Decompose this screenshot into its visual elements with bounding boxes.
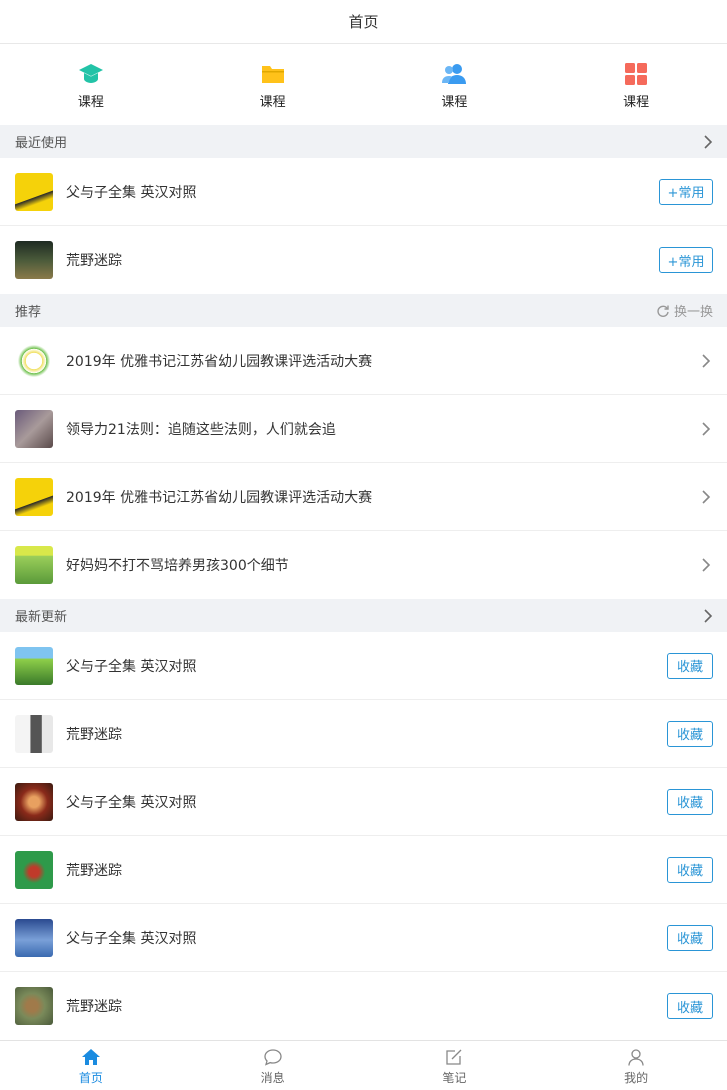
quick-nav-item-1[interactable]: 课程 xyxy=(0,44,182,125)
item-title: 父与子全集 英汉对照 xyxy=(66,184,197,201)
chevron-right-icon xyxy=(702,421,711,436)
users-icon xyxy=(442,64,467,84)
tab-label: 笔记 xyxy=(442,1071,467,1085)
folder-icon xyxy=(261,66,284,83)
item-title: 领导力21法则：追随这些法则，人们就会追 xyxy=(66,421,336,438)
section-title: 推荐 xyxy=(15,305,42,320)
book-cover-thumbnail xyxy=(15,987,53,1025)
quick-nav-label: 课程 xyxy=(259,95,286,110)
list-item[interactable]: 荒野迷踪 收藏 xyxy=(0,972,727,1040)
list-item[interactable]: 2019年 优雅书记江苏省幼儿园教课评选活动大赛 xyxy=(0,327,727,395)
section-title: 最近使用 xyxy=(15,136,68,151)
latest-section-header[interactable]: 最新更新 xyxy=(0,599,727,632)
tab-label: 消息 xyxy=(260,1071,285,1085)
item-title: 荒野迷踪 xyxy=(66,726,122,743)
list-item[interactable]: 好妈妈不打不骂培养男孩300个细节 xyxy=(0,531,727,599)
list-item[interactable]: 2019年 优雅书记江苏省幼儿园教课评选活动大赛 xyxy=(0,463,727,531)
refresh-icon xyxy=(657,305,669,317)
book-cover-thumbnail xyxy=(15,241,53,279)
tab-notes[interactable]: 笔记 xyxy=(364,1041,546,1090)
tab-profile[interactable]: 我的 xyxy=(545,1041,727,1090)
item-title: 荒野迷踪 xyxy=(66,253,122,269)
item-title: 父与子全集 英汉对照 xyxy=(66,930,197,947)
quick-nav-item-3[interactable]: 课程 xyxy=(364,44,546,125)
latest-list: 父与子全集 英汉对照 收藏 荒野迷踪 收藏 父与子全集 英汉对照 收藏 荒野迷踪… xyxy=(0,632,727,1040)
favorite-button[interactable]: 收藏 xyxy=(667,856,713,883)
book-cover-thumbnail xyxy=(15,918,53,957)
list-item[interactable]: 荒野迷踪 +常用 xyxy=(0,226,727,294)
tab-home[interactable]: 首页 xyxy=(0,1041,182,1090)
chevron-right-icon xyxy=(702,353,711,368)
chevron-right-icon xyxy=(702,489,711,504)
book-cover-thumbnail xyxy=(15,477,53,516)
list-item[interactable]: 领导力21法则：追随这些法则，人们就会追 xyxy=(0,395,727,463)
quick-nav-label: 课程 xyxy=(441,95,468,110)
item-title: 荒野迷踪 xyxy=(66,862,122,879)
user-icon xyxy=(628,1049,644,1066)
book-cover-thumbnail xyxy=(15,341,53,380)
quick-nav-item-4[interactable]: 课程 xyxy=(545,44,727,125)
chevron-right-icon xyxy=(704,134,713,149)
add-favorite-button[interactable]: +常用 xyxy=(659,247,713,273)
item-title: 荒野迷踪 xyxy=(66,999,122,1015)
chevron-right-icon xyxy=(704,608,713,623)
page-title: 首页 xyxy=(348,13,379,31)
refresh-button[interactable]: 换一换 xyxy=(656,301,713,320)
tab-label: 我的 xyxy=(624,1071,649,1085)
quick-nav-label: 课程 xyxy=(623,95,650,110)
item-title: 父与子全集 英汉对照 xyxy=(66,794,197,811)
add-favorite-button[interactable]: +常用 xyxy=(659,178,713,205)
recommend-section-header: 推荐 换一换 xyxy=(0,294,727,327)
list-item[interactable]: 父与子全集 英汉对照 收藏 xyxy=(0,904,727,972)
list-item[interactable]: 父与子全集 英汉对照 收藏 xyxy=(0,768,727,836)
list-item[interactable]: 父与子全集 英汉对照 +常用 xyxy=(0,158,727,226)
favorite-button[interactable]: 收藏 xyxy=(667,788,713,815)
favorite-button[interactable]: 收藏 xyxy=(667,993,713,1019)
list-item[interactable]: 荒野迷踪 收藏 xyxy=(0,700,727,768)
quick-nav: 课程 课程 课程 课程 xyxy=(0,44,727,125)
edit-icon xyxy=(446,1049,462,1065)
message-icon xyxy=(263,1049,282,1066)
book-cover-thumbnail xyxy=(15,714,53,753)
bottom-tab-bar: 首页 消息 笔记 我的 xyxy=(0,1040,727,1090)
item-title: 2019年 优雅书记江苏省幼儿园教课评选活动大赛 xyxy=(66,489,373,506)
recent-section-header[interactable]: 最近使用 xyxy=(0,125,727,158)
home-icon xyxy=(81,1049,100,1065)
item-title: 好妈妈不打不骂培养男孩300个细节 xyxy=(66,558,289,574)
favorite-button[interactable]: 收藏 xyxy=(667,924,713,951)
favorite-button[interactable]: 收藏 xyxy=(667,652,713,679)
section-title: 最新更新 xyxy=(15,610,68,625)
refresh-label: 换一换 xyxy=(673,305,713,320)
book-cover-thumbnail xyxy=(15,172,53,211)
book-cover-thumbnail xyxy=(15,409,53,448)
recommend-list: 2019年 优雅书记江苏省幼儿园教课评选活动大赛 领导力21法则：追随这些法则，… xyxy=(0,327,727,599)
quick-nav-label: 课程 xyxy=(77,95,104,110)
item-title: 2019年 优雅书记江苏省幼儿园教课评选活动大赛 xyxy=(66,353,373,370)
book-cover-thumbnail xyxy=(15,782,53,821)
recent-list: 父与子全集 英汉对照 +常用 荒野迷踪 +常用 xyxy=(0,158,727,294)
tab-messages[interactable]: 消息 xyxy=(182,1041,364,1090)
book-cover-thumbnail xyxy=(15,546,53,584)
list-item[interactable]: 荒野迷踪 收藏 xyxy=(0,836,727,904)
top-bar: 首页 xyxy=(0,0,727,44)
graduation-cap-icon xyxy=(78,64,103,83)
favorite-button[interactable]: 收藏 xyxy=(667,720,713,747)
tab-label: 首页 xyxy=(78,1071,103,1085)
book-cover-thumbnail xyxy=(15,646,53,685)
list-item[interactable]: 父与子全集 英汉对照 收藏 xyxy=(0,632,727,700)
chevron-right-icon xyxy=(702,558,711,572)
grid-icon xyxy=(625,63,648,85)
book-cover-thumbnail xyxy=(15,850,53,889)
item-title: 父与子全集 英汉对照 xyxy=(66,658,197,675)
quick-nav-item-2[interactable]: 课程 xyxy=(182,44,364,125)
